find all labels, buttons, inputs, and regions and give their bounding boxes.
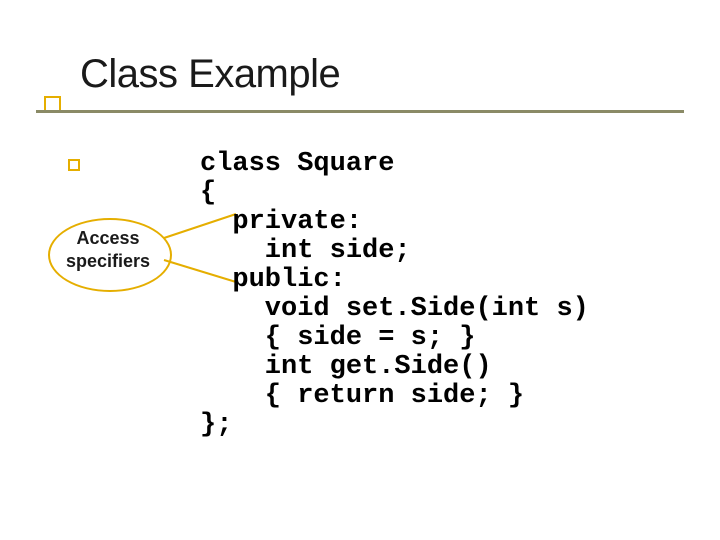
code-line: int get.Side()	[200, 352, 492, 382]
callout-line1: Access	[76, 228, 139, 248]
code-block: class Square { private: int side; public…	[200, 150, 589, 440]
title-underline	[36, 110, 684, 113]
sub-bullet-icon	[68, 159, 80, 171]
slide: Class Example Access specifiers class Sq…	[0, 0, 720, 540]
slide-title: Class Example	[80, 52, 340, 97]
callout-label: Access specifiers	[56, 227, 160, 281]
code-line: {	[200, 178, 216, 208]
code-line: { side = s; }	[200, 323, 475, 353]
code-line: class Square	[200, 149, 394, 179]
callout-line2: specifiers	[66, 251, 150, 271]
code-line: };	[200, 410, 232, 440]
code-line: void set.Side(int s)	[200, 294, 589, 324]
code-line: int side;	[200, 236, 411, 266]
code-line: public:	[200, 265, 346, 295]
code-line: private:	[200, 207, 362, 237]
code-line: { return side; }	[200, 381, 524, 411]
